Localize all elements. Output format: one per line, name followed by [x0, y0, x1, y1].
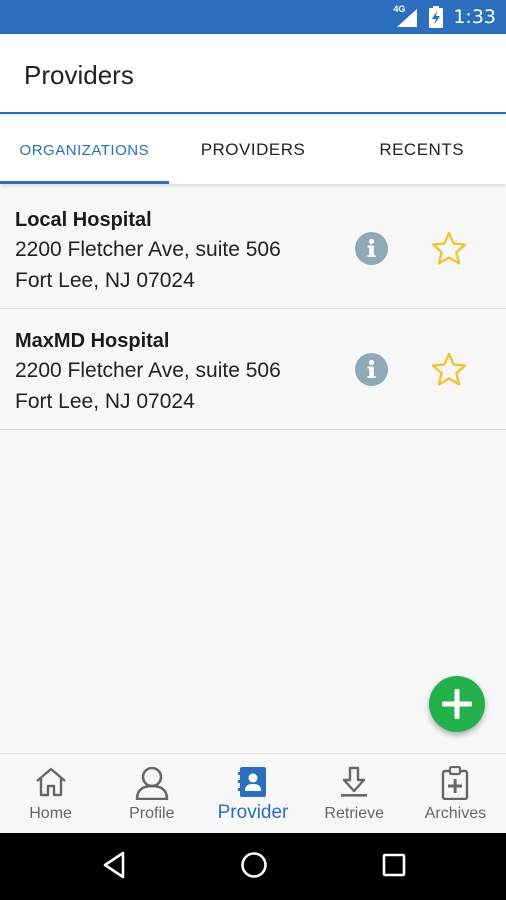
nav-label: Provider	[217, 802, 289, 823]
info-icon[interactable]	[355, 232, 388, 265]
organization-list: Local Hospital 2200 Fletcher Ave, suite …	[0, 188, 506, 430]
download-icon	[341, 766, 368, 797]
address-line-2: Fort Lee, NJ 07024	[15, 269, 195, 292]
nav-label: Retrieve	[324, 805, 384, 822]
organization-name: MaxMD Hospital	[15, 330, 170, 352]
tab-recents[interactable]: RECENTS	[337, 116, 506, 184]
nav-provider[interactable]: Provider	[202, 754, 303, 833]
tab-bar: ORGANIZATIONS PROVIDERS RECENTS	[0, 116, 506, 184]
nav-profile[interactable]: Profile	[101, 754, 202, 833]
organization-name: Local Hospital	[15, 209, 152, 231]
bottom-navigation: Home Profile Provider Retrieve Archives	[0, 753, 506, 833]
address-line-2: Fort Lee, NJ 07024	[15, 390, 195, 413]
home-icon	[35, 767, 66, 797]
clipboard-plus-icon	[442, 766, 469, 800]
back-icon[interactable]	[101, 850, 127, 880]
status-bar: 4G 1:33	[0, 0, 506, 34]
home-circle-icon[interactable]	[239, 850, 269, 880]
plus-icon	[442, 689, 472, 719]
address-line-1: 2200 Fletcher Ave, suite 506	[15, 359, 281, 382]
app-bar: Providers	[0, 34, 506, 114]
nav-label: Home	[29, 805, 72, 822]
add-organization-button[interactable]	[429, 676, 485, 732]
recents-square-icon[interactable]	[381, 850, 407, 880]
signal-icon: 4G	[393, 4, 419, 28]
page-title: Providers	[24, 60, 134, 90]
organization-details: Local Hospital 2200 Fletcher Ave, suite …	[15, 206, 281, 296]
list-item[interactable]: Local Hospital 2200 Fletcher Ave, suite …	[0, 188, 506, 309]
favorite-star-icon[interactable]	[430, 230, 468, 268]
info-icon[interactable]	[355, 353, 388, 386]
nav-label: Archives	[424, 805, 487, 822]
contacts-book-icon	[238, 767, 266, 797]
address-line-1: 2200 Fletcher Ave, suite 506	[15, 238, 281, 261]
battery-charging-icon	[429, 6, 444, 28]
tab-providers[interactable]: PROVIDERS	[169, 116, 338, 184]
list-item[interactable]: MaxMD Hospital 2200 Fletcher Ave, suite …	[0, 309, 506, 430]
organization-details: MaxMD Hospital 2200 Fletcher Ave, suite …	[15, 327, 281, 417]
nav-home[interactable]: Home	[0, 754, 101, 833]
favorite-star-icon[interactable]	[430, 351, 468, 389]
status-icons: 4G 1:33	[393, 0, 496, 34]
network-type: 4G	[393, 4, 406, 14]
nav-archives[interactable]: Archives	[405, 754, 506, 833]
tab-organizations[interactable]: ORGANIZATIONS	[0, 116, 169, 184]
clock: 1:33	[453, 6, 496, 28]
nav-retrieve[interactable]: Retrieve	[304, 754, 405, 833]
system-navigation-bar	[0, 833, 506, 900]
nav-label: Profile	[129, 805, 175, 822]
person-icon	[135, 766, 169, 800]
